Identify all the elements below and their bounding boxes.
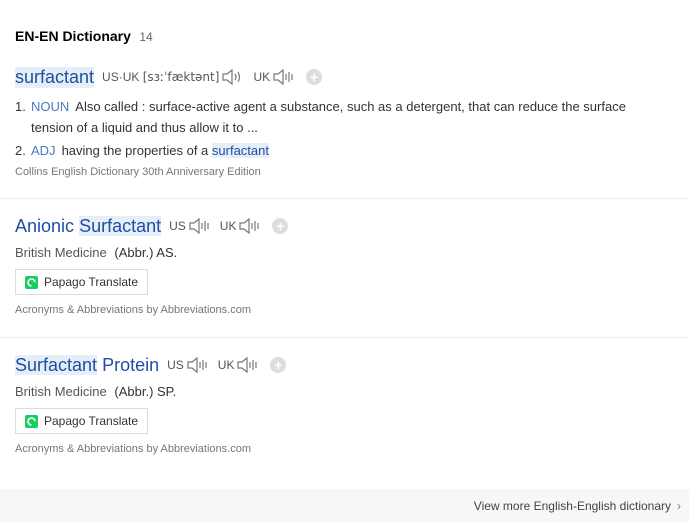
papago-translate-label: Papago Translate (44, 414, 139, 428)
papago-icon (25, 275, 38, 289)
source-label: Acronyms & Abbreviations by Abbreviation… (15, 443, 252, 455)
speaker-icon[interactable] (186, 356, 210, 374)
footer-bar: View more English-English dictionary › (0, 490, 689, 522)
chevron-right-icon: › (677, 499, 681, 513)
source-label: Collins English Dictionary 30th Annivers… (15, 166, 261, 178)
speaker-icon[interactable] (221, 68, 245, 86)
abbreviation-line: British Medicine (Abbr.) SP. (15, 384, 689, 399)
us-label: US (169, 219, 186, 233)
dictionary-title: EN-EN Dictionary (15, 28, 131, 44)
definition-2: 2. ADJ having the properties of a surfact… (15, 140, 671, 161)
papago-icon (25, 414, 38, 428)
entry-surfactant-protein: Surfactant Protein US UK + British Medic… (15, 353, 689, 455)
uk-label: UK (217, 358, 235, 372)
part-of-speech: NOUN (31, 99, 70, 114)
divider (0, 337, 689, 338)
headword-link[interactable]: Surfactant Protein (15, 354, 159, 376)
source-label: Acronyms & Abbreviations by Abbreviation… (15, 304, 252, 316)
entry-anionic-surfactant: Anionic Surfactant US UK + British Medic… (15, 214, 689, 316)
headword-link[interactable]: surfactant (15, 66, 95, 88)
headword-row: surfactant US·UK [sɜːˈfæktənt] UK + (15, 65, 689, 89)
dictionary-header: EN-EN Dictionary 14 (15, 28, 153, 46)
us-label: US (167, 358, 184, 372)
uk-label: UK (219, 219, 237, 233)
entry-surfactant: surfactant US·UK [sɜːˈfæktənt] UK + 1. N… (15, 65, 689, 178)
headword-row: Anionic Surfactant US UK + (15, 214, 689, 238)
divider (0, 198, 689, 199)
add-to-wordbook-icon[interactable]: + (270, 357, 287, 373)
speaker-icon[interactable] (188, 217, 212, 235)
result-count: 14 (139, 30, 153, 44)
add-to-wordbook-icon[interactable]: + (272, 218, 289, 234)
definition-text: having the properties of a (61, 143, 209, 158)
speaker-icon[interactable] (238, 217, 262, 235)
category-label: British Medicine (15, 384, 107, 399)
uk-label: UK (253, 70, 271, 84)
papago-translate-button[interactable]: Papago Translate (15, 269, 149, 295)
phonetic-label: US·UK (102, 70, 140, 84)
abbreviation-line: British Medicine (Abbr.) AS. (15, 245, 689, 260)
speaker-icon[interactable] (272, 68, 296, 86)
headword-row: Surfactant Protein US UK + (15, 353, 689, 377)
definition-text: Also called : surface-active agent a sub… (31, 99, 626, 135)
papago-translate-label: Papago Translate (44, 275, 139, 289)
speaker-icon[interactable] (236, 356, 260, 374)
category-label: British Medicine (15, 245, 107, 260)
abbreviation: (Abbr.) AS. (114, 245, 178, 260)
papago-translate-button[interactable]: Papago Translate (15, 408, 149, 434)
definition-number: 1. (15, 99, 26, 114)
headword-link[interactable]: Anionic Surfactant (15, 215, 162, 237)
phonetic-ipa: [sɜːˈfæktənt] (142, 70, 220, 84)
highlighted-word[interactable]: surfactant (211, 143, 269, 158)
view-more-link[interactable]: View more English-English dictionary › (474, 499, 681, 513)
phonetic: US·UK [sɜːˈfæktənt] (102, 70, 219, 84)
part-of-speech: ADJ (31, 143, 56, 158)
abbreviation: (Abbr.) SP. (114, 384, 177, 399)
definition-1: 1. NOUN Also called : surface-active agen… (15, 96, 671, 138)
definition-number: 2. (15, 143, 26, 158)
add-to-wordbook-icon[interactable]: + (306, 69, 323, 85)
